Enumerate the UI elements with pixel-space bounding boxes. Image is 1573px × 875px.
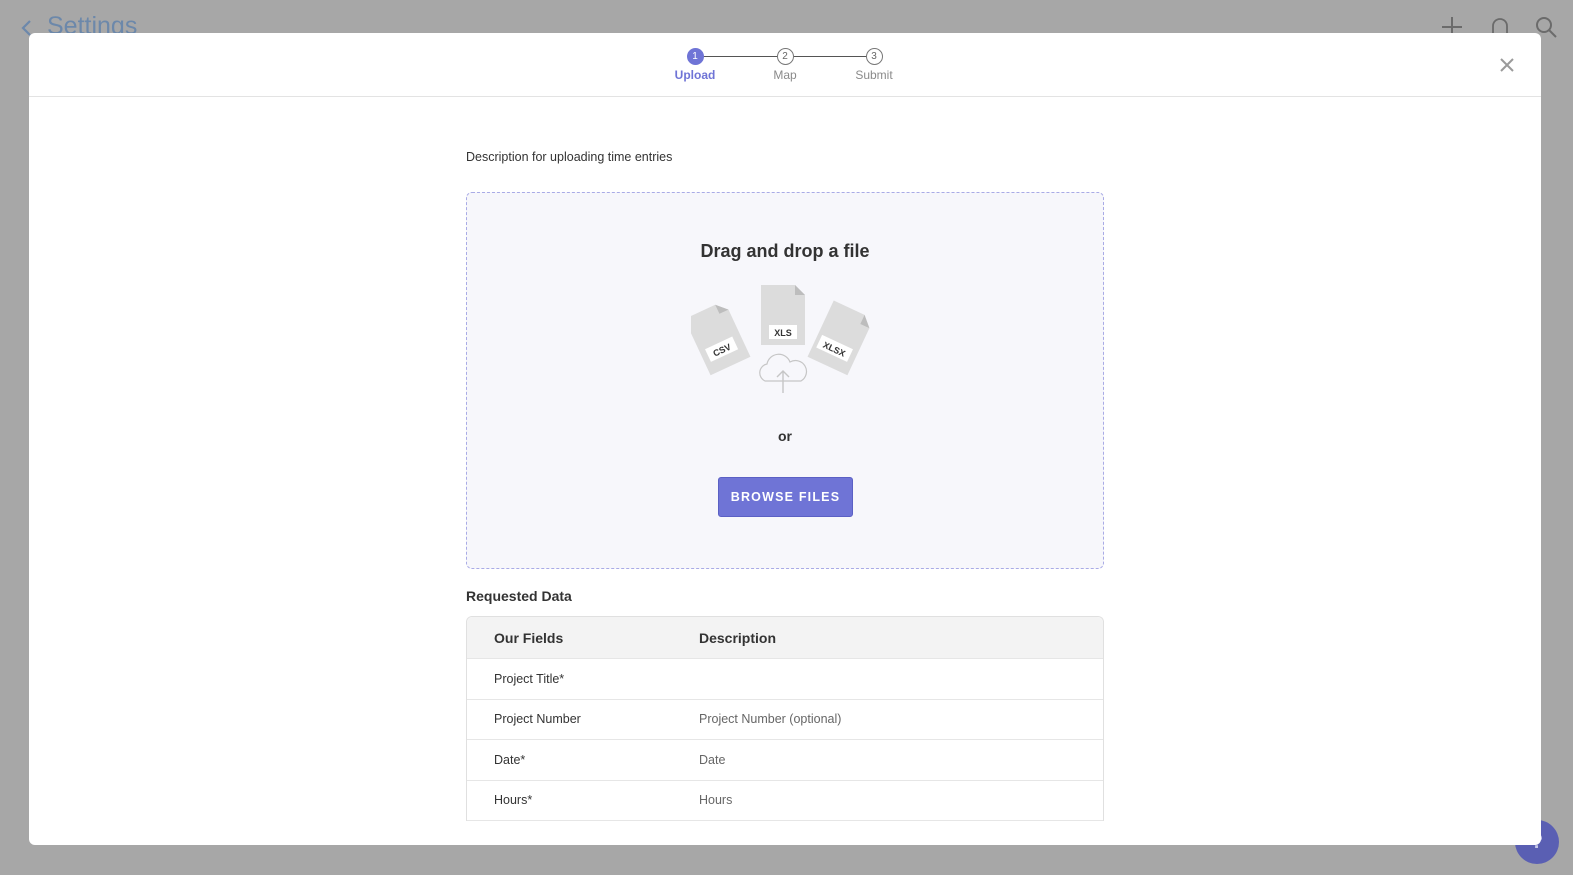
requested-data-title: Requested Data (466, 588, 572, 604)
upload-description: Description for uploading time entries (466, 150, 673, 164)
step-number: 1 (686, 48, 704, 65)
field-name: Project Title* (494, 671, 565, 686)
upload-modal: 1 Upload 2 Map 3 Submit Description for … (29, 33, 1541, 845)
field-description: Date (699, 752, 726, 767)
step-upload[interactable]: 1 Upload (665, 48, 725, 82)
dropzone-title: Drag and drop a file (700, 241, 870, 261)
file-types-illustration: CSV XLS XLSX (691, 285, 870, 393)
background-app-header: Settings (0, 0, 1573, 40)
step-label: Upload (674, 68, 716, 82)
xls-file-icon: XLS (761, 285, 805, 345)
field-name: Hours* (494, 793, 533, 808)
step-submit[interactable]: 3 Submit (844, 48, 904, 82)
step-number: 2 (776, 48, 794, 65)
table-row: Date* Date (467, 740, 1103, 781)
step-map[interactable]: 2 Map (755, 48, 815, 82)
column-header-description: Description (699, 629, 777, 646)
field-description: Project Number (optional) (699, 712, 842, 727)
column-header-fields: Our Fields (494, 629, 564, 646)
step-label: Map (773, 68, 797, 82)
browse-files-button[interactable]: BROWSE FILES (718, 477, 853, 517)
table-row: Hours* Hours (467, 781, 1103, 821)
step-number: 3 (865, 48, 883, 65)
modal-header: 1 Upload 2 Map 3 Submit (29, 33, 1541, 97)
xls-label: XLS (774, 328, 792, 338)
table-row: Project Title* (467, 659, 1103, 700)
field-description: Hours (699, 793, 733, 808)
requested-data-table: Our Fields Description Project Title* Pr… (466, 616, 1104, 821)
cloud-upload-icon (759, 353, 808, 393)
table-header: Our Fields Description (467, 617, 1103, 659)
step-label: Submit (855, 68, 893, 82)
stepper: 1 Upload 2 Map 3 Submit (665, 48, 925, 92)
field-name: Date* (494, 752, 526, 767)
upload-content: Description for uploading time entries D… (466, 97, 1106, 821)
file-dropzone[interactable]: Drag and drop a file CSV XLS XLSX or BRO… (466, 192, 1104, 569)
table-row: Project Number Project Number (optional) (467, 700, 1103, 740)
xlsx-file-icon: XLSX (807, 300, 870, 376)
field-name: Project Number (494, 712, 581, 727)
or-text: or (778, 428, 792, 444)
close-icon[interactable] (1495, 53, 1519, 77)
csv-file-icon: CSV (691, 304, 751, 376)
